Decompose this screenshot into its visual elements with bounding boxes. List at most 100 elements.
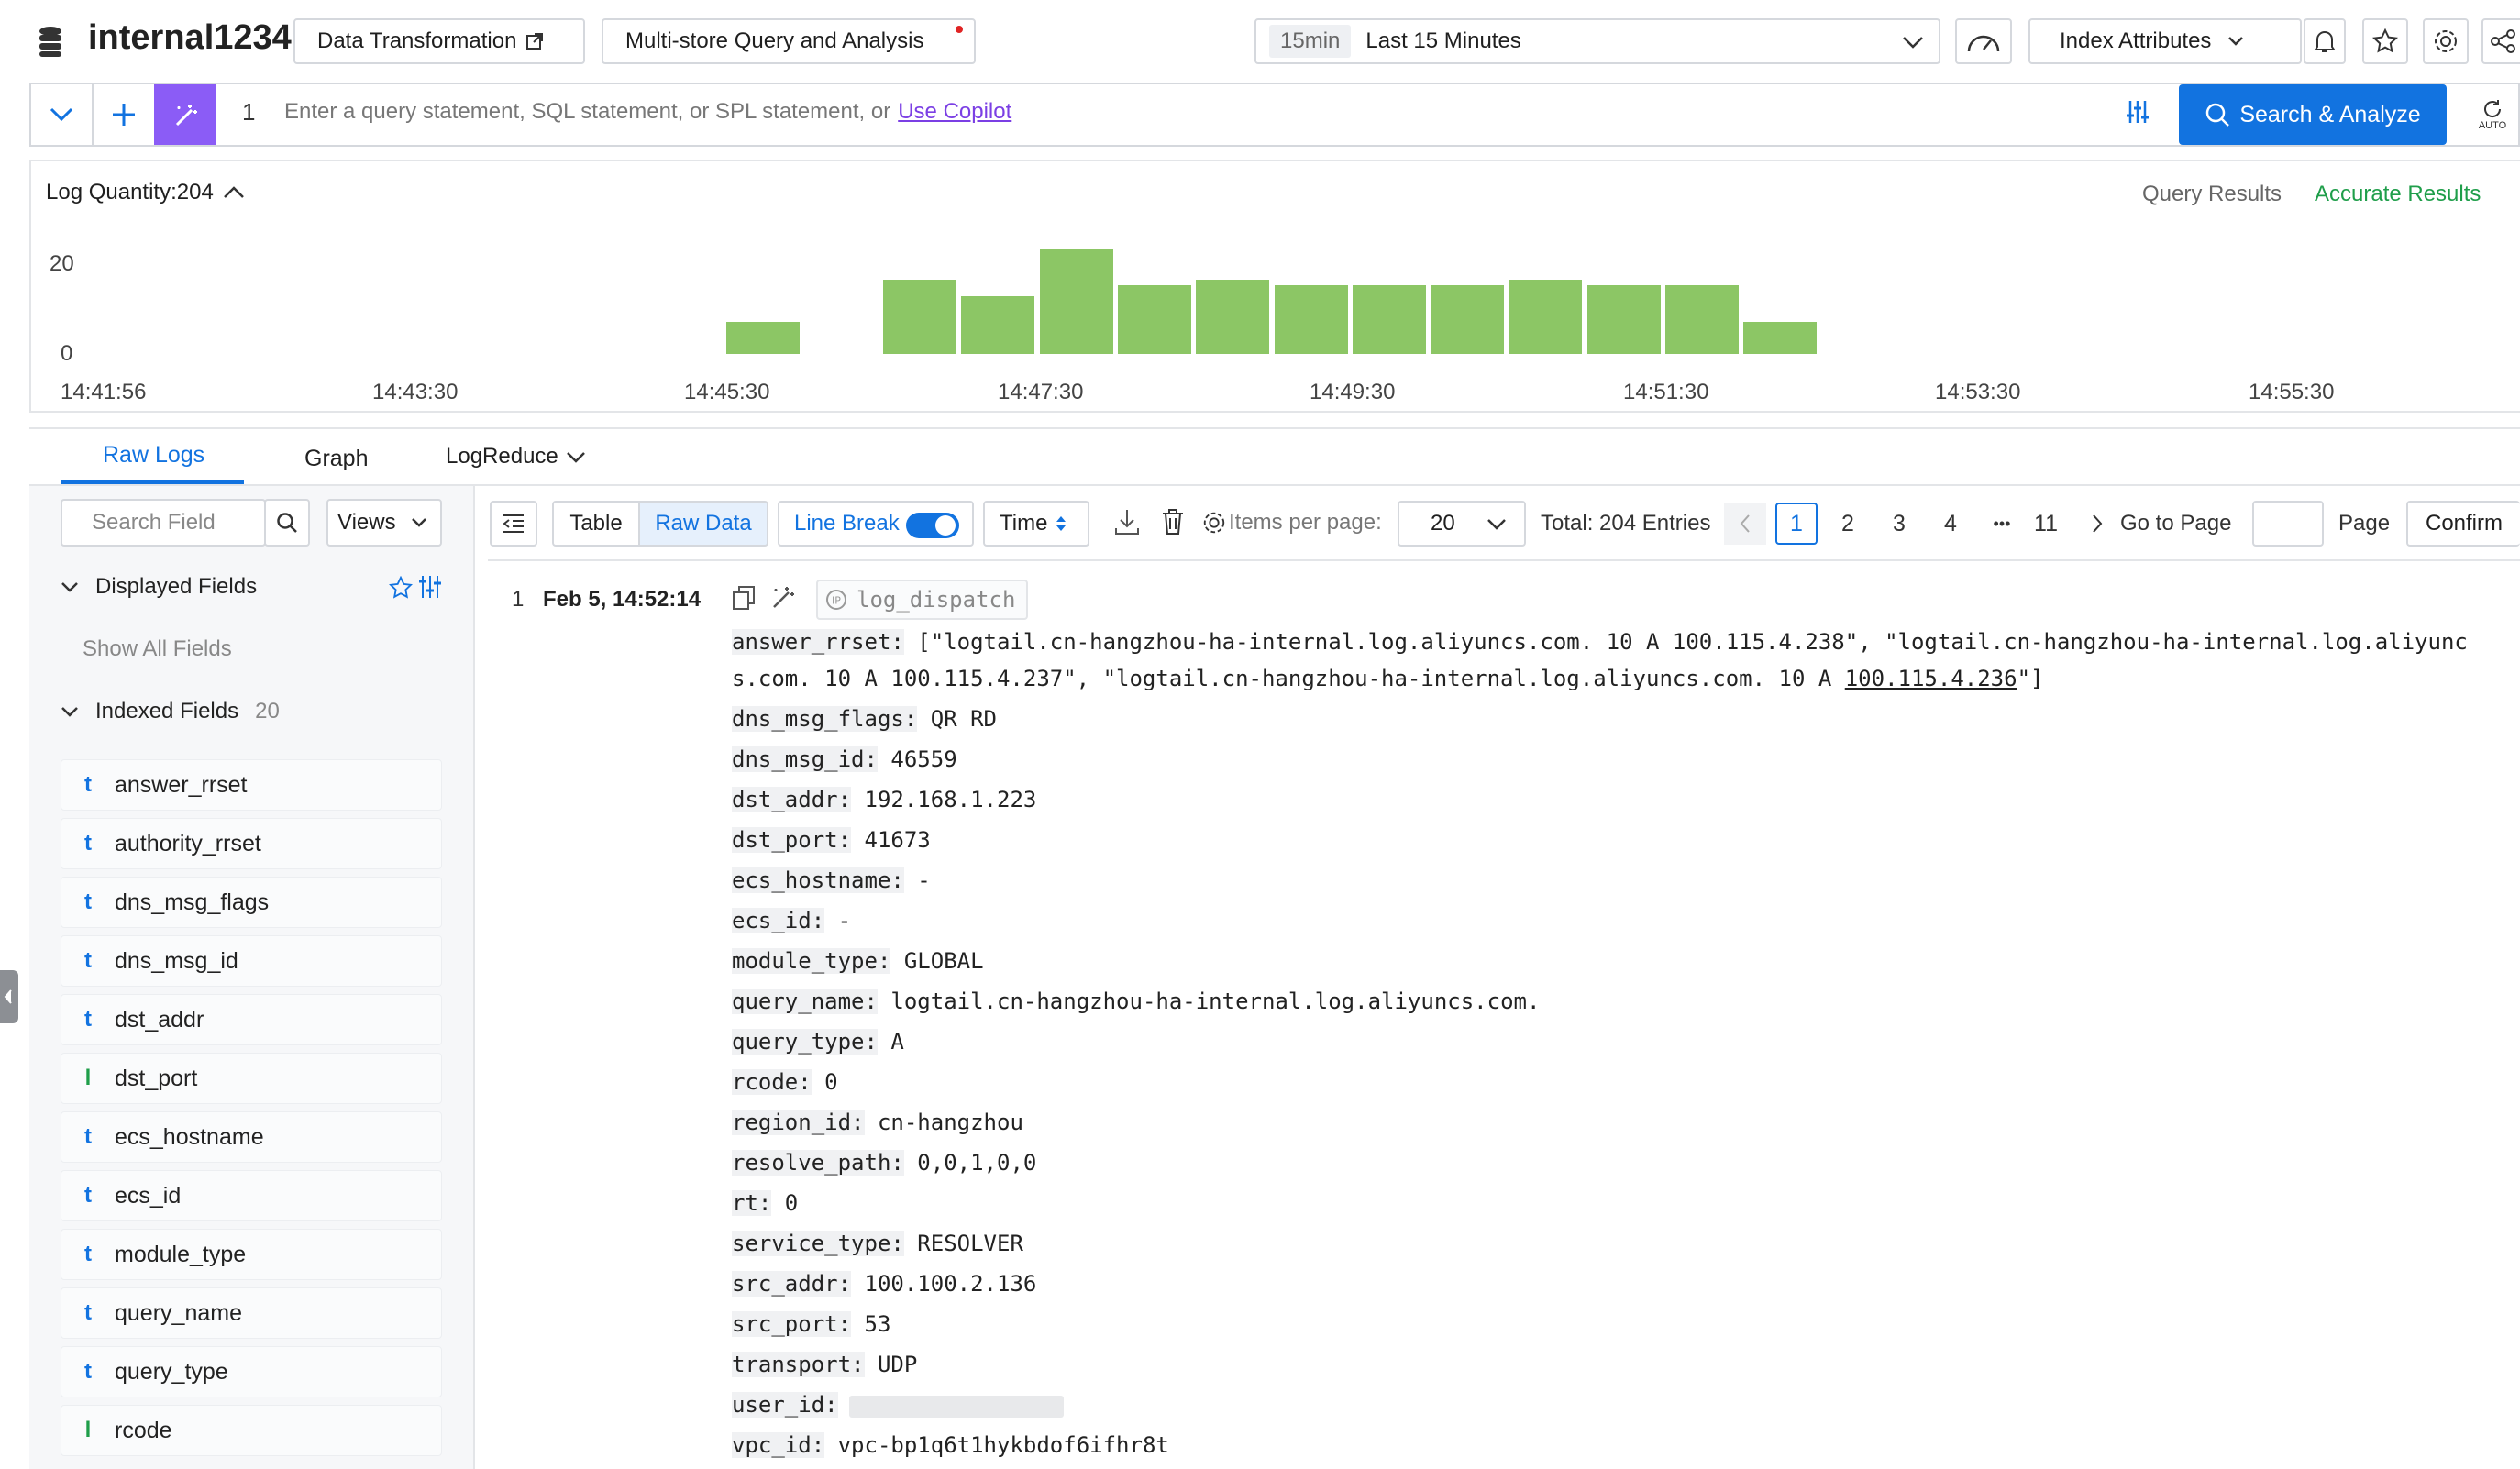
collapse-query-button[interactable] [31, 84, 92, 145]
page-button-current[interactable]: 1 [1775, 503, 1818, 545]
histogram-bar[interactable] [726, 322, 800, 354]
tab-raw-logs[interactable]: Raw Logs [103, 442, 204, 469]
histogram-bar[interactable] [1040, 249, 1113, 354]
histogram-bar[interactable] [1353, 285, 1426, 354]
page-ellipsis[interactable]: ••• [1981, 503, 2023, 545]
raw-data-view-button[interactable]: Raw Data [638, 501, 768, 547]
histogram-bar[interactable] [1665, 285, 1739, 354]
query-input[interactable]: Enter a query statement, SQL statement, … [284, 95, 1011, 128]
field-item[interactable]: t query_type [61, 1346, 442, 1397]
views-dropdown[interactable]: Views [326, 499, 442, 547]
download-icon[interactable] [1113, 508, 1141, 536]
search-analyze-button[interactable]: Search & Analyze [2179, 84, 2447, 145]
field-item[interactable]: t answer_rrset [61, 759, 442, 811]
index-attributes-button[interactable]: Index Attributes [2028, 18, 2302, 64]
log-field: resolve_path: 0,0,1,0,0 [732, 1150, 1036, 1176]
favorite-button[interactable] [2362, 18, 2408, 64]
field-item[interactable]: t dns_msg_id [61, 935, 442, 987]
log-field-value: 46559 [877, 746, 957, 772]
field-type-badge: t [84, 831, 92, 856]
page-button[interactable]: 2 [1827, 503, 1869, 545]
chevron-up-icon [223, 185, 245, 200]
indexed-fields-header[interactable]: Indexed Fields 20 [61, 699, 280, 724]
histogram-bar[interactable] [1118, 285, 1191, 354]
field-item[interactable]: t ecs_hostname [61, 1111, 442, 1163]
histogram-bar[interactable] [1743, 322, 1817, 354]
search-field-input[interactable]: Search Field [61, 499, 266, 547]
log-quantity-toggle[interactable]: Log Quantity:204 [46, 180, 245, 205]
displayed-fields-header[interactable]: Displayed Fields [61, 574, 257, 600]
histogram-bar[interactable] [1509, 280, 1582, 354]
tab-graph[interactable]: Graph [304, 446, 368, 472]
field-item[interactable]: t module_type [61, 1229, 442, 1280]
items-per-page-value: 20 [1431, 511, 1455, 536]
tab-logreduce[interactable]: LogReduce [446, 444, 586, 469]
auto-label: AUTO [2478, 120, 2507, 131]
field-settings-icon[interactable] [418, 574, 442, 600]
query-results-label[interactable]: Query Results [2142, 182, 2282, 207]
field-item[interactable]: t ecs_id [61, 1170, 442, 1221]
field-type-badge: t [84, 1124, 92, 1149]
field-item[interactable]: t authority_rrset [61, 818, 442, 869]
gear-icon [2432, 28, 2459, 55]
redacted-value [849, 1396, 1064, 1418]
confirm-button[interactable]: Confirm [2406, 501, 2520, 547]
go-to-page-input[interactable] [2252, 501, 2324, 547]
toggle-switch[interactable] [906, 513, 959, 538]
field-type-badge: t [84, 1300, 92, 1325]
magic-wand-icon[interactable] [768, 583, 796, 611]
page-button[interactable]: 11 [2025, 503, 2067, 545]
multistore-query-button[interactable]: Multi-store Query and Analysis [602, 18, 976, 64]
settings-button[interactable] [2423, 18, 2469, 64]
line-break-toggle[interactable]: Line Break [778, 501, 974, 547]
search-analyze-label: Search & Analyze [2239, 101, 2421, 127]
table-label: Table [569, 511, 623, 536]
add-query-button[interactable] [94, 84, 154, 145]
query-settings-icon[interactable] [2126, 99, 2150, 125]
alert-button[interactable] [2304, 18, 2346, 64]
sidebar-collapse-handle[interactable] [0, 970, 18, 1023]
table-view-button[interactable]: Table [552, 501, 640, 547]
time-sort-button[interactable]: Time [983, 501, 1089, 547]
ip-link[interactable]: 100.115.4.236 [1845, 666, 2017, 691]
field-item[interactable]: l rcode [61, 1405, 442, 1456]
histogram-bar[interactable] [961, 296, 1034, 354]
field-item[interactable]: t dns_msg_flags [61, 877, 442, 928]
data-transformation-button[interactable]: Data Transformation [293, 18, 585, 64]
star-icon[interactable] [389, 576, 413, 600]
copy-icon[interactable] [732, 585, 757, 611]
histogram-bar[interactable] [1275, 285, 1348, 354]
histogram-bar[interactable] [883, 280, 956, 354]
histogram-bar[interactable] [1196, 280, 1269, 354]
items-per-page-select[interactable]: 20 [1398, 501, 1526, 547]
show-all-fields-link[interactable]: Show All Fields [83, 636, 232, 662]
log-field-key: dst_addr: [732, 787, 852, 812]
histogram-bar[interactable] [1431, 285, 1504, 354]
trash-icon[interactable] [1161, 508, 1185, 536]
page-button[interactable]: 4 [1929, 503, 1972, 545]
svg-text:IP: IP [832, 595, 841, 607]
chevron-down-icon [566, 450, 586, 463]
search-field-button[interactable] [264, 499, 310, 547]
log-field-value: s.com. 10 A 100.115.4.237", "logtail.cn-… [732, 666, 1845, 691]
field-name: ecs_id [115, 1182, 182, 1209]
copilot-button[interactable] [154, 84, 216, 145]
prev-page-button[interactable] [1724, 503, 1766, 545]
field-item[interactable]: t query_name [61, 1287, 442, 1339]
page-button[interactable]: 3 [1878, 503, 1920, 545]
auto-refresh-button[interactable]: AUTO [2467, 84, 2518, 145]
confirm-label: Confirm [2425, 511, 2503, 536]
field-item[interactable]: l dst_port [61, 1053, 442, 1104]
use-copilot-link[interactable]: Use Copilot [898, 99, 1011, 125]
log-topic: log_dispatch [857, 587, 1016, 613]
refresh-speed-button[interactable] [1955, 18, 2012, 64]
chevron-right-icon [2091, 514, 2104, 534]
field-item[interactable]: t dst_addr [61, 994, 442, 1045]
share-button[interactable] [2481, 18, 2520, 64]
collapse-sidebar-button[interactable] [490, 501, 537, 547]
gear-icon[interactable] [1201, 510, 1227, 536]
time-range-selector[interactable]: 15min Last 15 Minutes [1254, 18, 1940, 64]
histogram-bar[interactable] [1587, 285, 1661, 354]
next-page-button[interactable] [2076, 503, 2118, 545]
x-tick-label: 14:45:30 [684, 380, 770, 404]
